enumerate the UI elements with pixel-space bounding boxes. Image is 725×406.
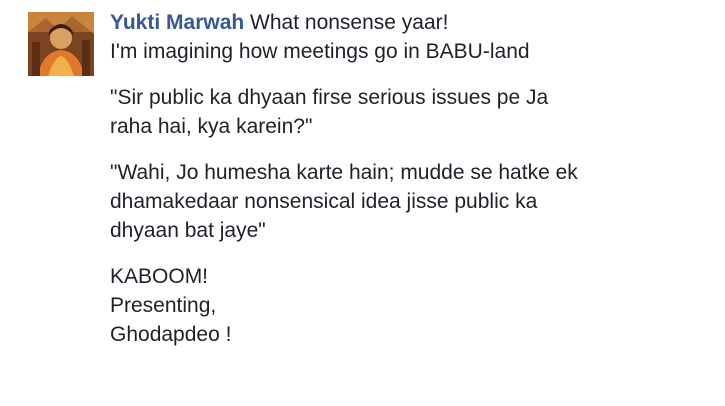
comment-line: dhamakedaar nonsensical idea jisse publi… (110, 190, 538, 213)
comment-line: Ghodapdeo ! (110, 323, 232, 346)
comment-line: "Wahi, Jo humesha karte hain; mudde se h… (110, 161, 578, 184)
comment-paragraph: "Sir public ka dhyaan firse serious issu… (110, 83, 710, 141)
profile-photo-icon (28, 12, 94, 76)
comment-line: I'm imagining how meetings go in BABU-la… (110, 40, 530, 63)
comment-line: KABOOM! (110, 265, 209, 288)
author-name-link[interactable]: Yukti Marwah (110, 11, 244, 34)
comment-intro: Yukti Marwah What nonsense yaar! I'm ima… (110, 8, 710, 66)
comment: Yukti Marwah What nonsense yaar! I'm ima… (0, 0, 725, 406)
comment-first-line: Yukti Marwah What nonsense yaar! (110, 8, 710, 37)
comment-line: "Sir public ka dhyaan firse serious issu… (110, 86, 549, 109)
comment-paragraph: "Wahi, Jo humesha karte hain; mudde se h… (110, 158, 710, 245)
comment-line: raha hai, kya karein?" (110, 115, 313, 138)
comment-line: What nonsense yaar! (250, 11, 449, 34)
comment-line: dhyaan bat jaye" (110, 219, 266, 242)
avatar[interactable] (28, 12, 94, 76)
comment-body: Yukti Marwah What nonsense yaar! I'm ima… (110, 8, 710, 366)
comment-line: Presenting, (110, 294, 217, 317)
comment-paragraph: KABOOM! Presenting, Ghodapdeo ! (110, 262, 710, 349)
